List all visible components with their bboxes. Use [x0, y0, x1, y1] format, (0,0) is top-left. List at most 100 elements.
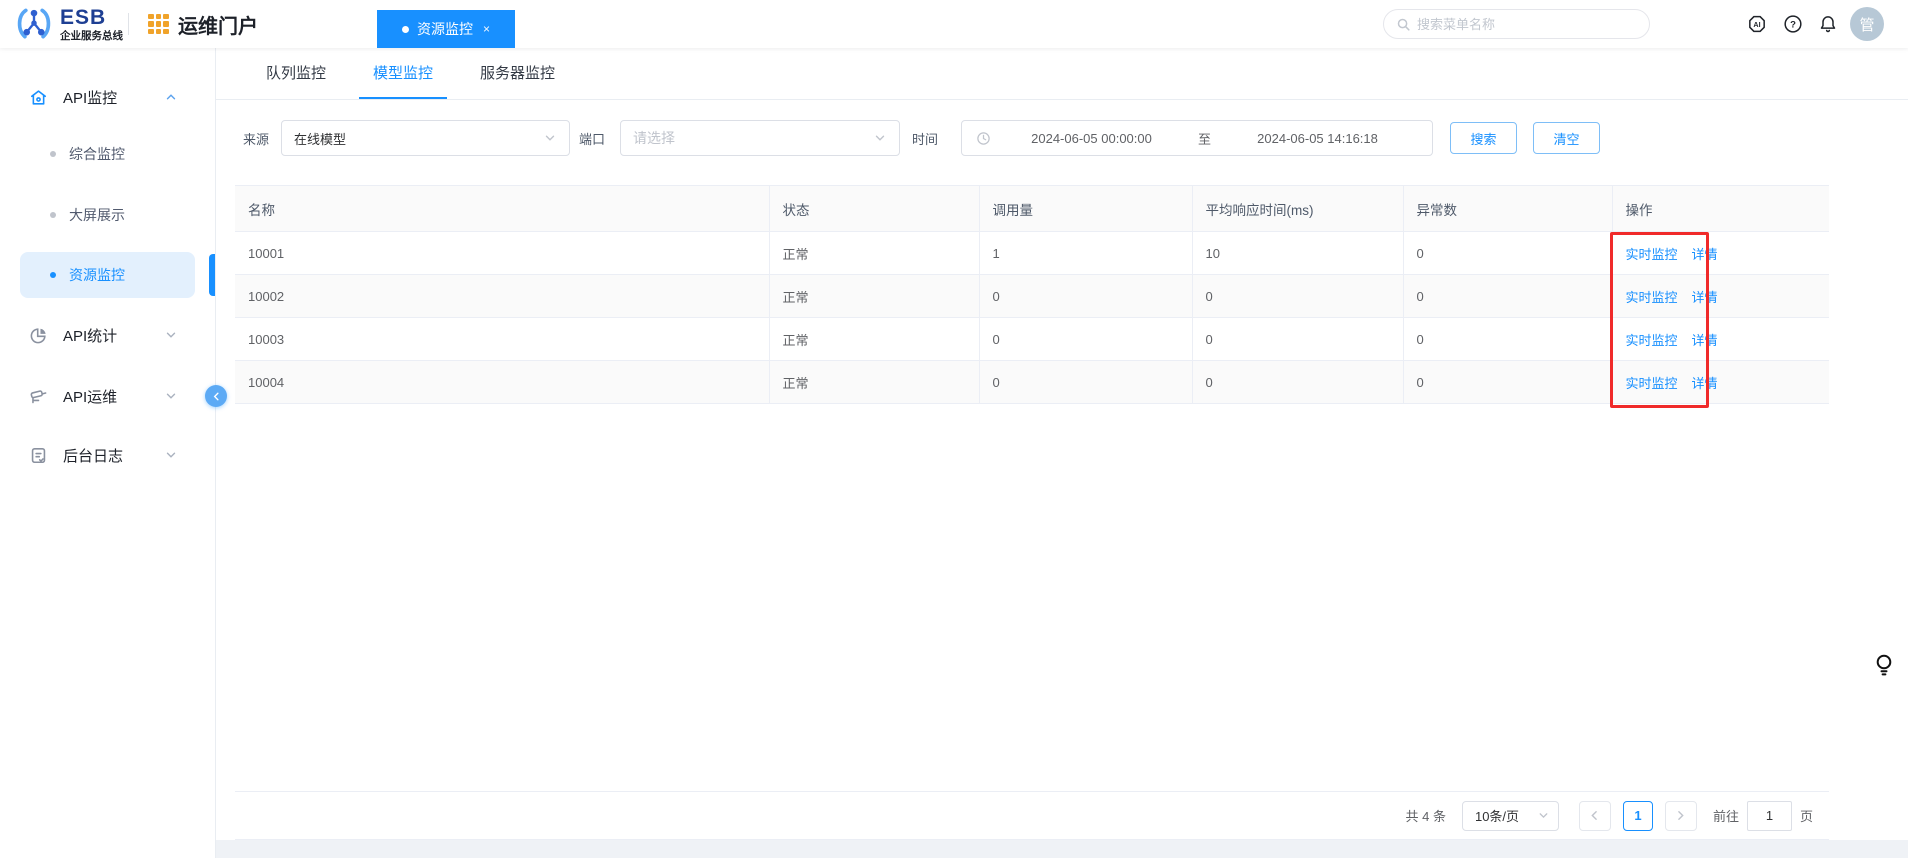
svg-text:?: ?	[1790, 20, 1796, 31]
sidebar-item-comprehensive-monitor[interactable]: 综合监控	[0, 131, 216, 177]
active-item-accent-bar	[209, 254, 215, 296]
bottom-strip	[216, 840, 1908, 858]
chevron-down-icon	[166, 332, 176, 338]
clock-icon	[977, 131, 990, 145]
time-start-value[interactable]: 2024-06-05 00:00:00	[991, 131, 1192, 146]
detail-link[interactable]: 详情	[1692, 290, 1718, 305]
chevron-left-icon	[213, 392, 219, 400]
table-header-row: 名称 状态 调用量 平均响应时间(ms) 异常数 操作	[235, 185, 1829, 232]
detail-link[interactable]: 详情	[1692, 247, 1718, 262]
port-select-placeholder: 请选择	[633, 130, 675, 146]
sidebar: API监控 综合监控 大屏展示 资源监控 API统计 API运维 后台日志	[0, 48, 216, 858]
sidebar-item-big-screen[interactable]: 大屏展示	[0, 192, 216, 238]
menu-search-box[interactable]	[1383, 9, 1650, 39]
table-cell-actions: 实时监控 详情	[1612, 231, 1829, 275]
page-unit-label: 页	[1799, 809, 1813, 824]
tab-server-monitor[interactable]: 服务器监控	[466, 48, 569, 99]
previous-page-button[interactable]	[1578, 800, 1611, 831]
table-row: 10004 正常 0 0 0 实时监控 详情	[235, 360, 1829, 404]
sidebar-item-api-operations[interactable]: API运维	[0, 373, 216, 419]
port-select[interactable]: 请选择	[620, 120, 900, 156]
realtime-monitor-link[interactable]: 实时监控	[1626, 333, 1678, 348]
search-button[interactable]: 搜索	[1450, 122, 1517, 154]
time-range-picker[interactable]: 2024-06-05 00:00:00 至 2024-06-05 14:16:1…	[961, 120, 1433, 156]
table-row: 10002 正常 0 0 0 实时监控 详情	[235, 274, 1829, 318]
realtime-monitor-link[interactable]: 实时监控	[1626, 290, 1678, 305]
table-cell: 10004	[235, 360, 770, 404]
home-icon	[30, 89, 47, 105]
time-end-value[interactable]: 2024-06-05 14:16:18	[1217, 131, 1418, 146]
table-cell: 10003	[235, 317, 770, 361]
menu-search-input[interactable]	[1417, 16, 1637, 32]
pagination-bar: 共 4 条 10条/页 1 前往 页	[235, 791, 1829, 840]
ai-assistant-icon[interactable]: AI	[1747, 14, 1767, 34]
table-row: 10003 正常 0 0 0 实时监控 详情	[235, 317, 1829, 361]
table-cell: 0	[1403, 317, 1613, 361]
tab-close-icon[interactable]: ×	[483, 22, 490, 36]
user-avatar[interactable]: 管	[1850, 7, 1884, 41]
table-cell: 10	[1192, 231, 1404, 275]
monitor-camera-icon	[30, 389, 47, 403]
grid-icon	[148, 13, 169, 35]
table-cell: 正常	[769, 317, 980, 361]
sidebar-item-label: API监控	[63, 89, 118, 107]
realtime-monitor-link[interactable]: 实时监控	[1626, 376, 1678, 391]
goto-page-input[interactable]	[1746, 800, 1792, 831]
app-window: ESB 企业服务总线 运维门户 资源监控 × AI	[0, 0, 1908, 858]
table-cell: 0	[979, 360, 1193, 404]
bullet-icon	[50, 212, 56, 218]
esb-logo-icon	[17, 8, 51, 39]
lightbulb-icon[interactable]	[1874, 653, 1896, 681]
source-label: 来源	[243, 131, 270, 147]
sidebar-item-api-monitor[interactable]: API监控	[0, 74, 216, 120]
table-cell: 正常	[769, 274, 980, 318]
sidebar-item-resource-monitor[interactable]: 资源监控	[20, 252, 195, 298]
sidebar-collapse-toggle[interactable]	[205, 385, 227, 407]
column-header: 状态	[769, 185, 980, 232]
tab-queue-monitor[interactable]: 队列监控	[252, 48, 340, 99]
svg-text:AI: AI	[1753, 21, 1760, 29]
logo-title: ESB	[60, 5, 107, 29]
table-cell-actions: 实时监控 详情	[1612, 360, 1829, 404]
chevron-down-icon	[1539, 813, 1548, 819]
chevron-down-icon	[545, 135, 555, 141]
table-cell: 0	[1403, 360, 1613, 404]
table-cell: 0	[1192, 317, 1404, 361]
source-select[interactable]: 在线模型	[281, 120, 570, 156]
portal-title: 运维门户	[178, 15, 258, 38]
sidebar-item-label: API运维	[63, 388, 118, 406]
table-cell: 0	[1192, 360, 1404, 404]
tab-active-dot-icon	[401, 25, 409, 33]
page-size-select[interactable]: 10条/页	[1461, 800, 1559, 831]
table-cell: 0	[979, 317, 1193, 361]
pie-chart-icon	[30, 327, 46, 343]
column-header: 调用量	[979, 185, 1193, 232]
detail-link[interactable]: 详情	[1692, 376, 1718, 391]
sidebar-item-backend-logs[interactable]: 后台日志	[0, 432, 216, 478]
bullet-icon	[50, 272, 56, 278]
next-page-button[interactable]	[1664, 800, 1697, 831]
tab-model-monitor[interactable]: 模型监控	[359, 48, 448, 99]
realtime-monitor-link[interactable]: 实时监控	[1626, 247, 1678, 262]
sidebar-item-label: 后台日志	[63, 447, 124, 465]
sidebar-item-label: API统计	[63, 327, 118, 345]
chevron-up-icon	[166, 94, 176, 100]
model-monitor-table: 名称 状态 调用量 平均响应时间(ms) 异常数 操作 10001 正常 1 10 0 实时监控 详情…	[235, 185, 1829, 404]
notification-bell-icon[interactable]	[1818, 14, 1838, 34]
open-page-tab-label: 资源监控	[416, 21, 473, 37]
help-icon[interactable]: ?	[1783, 14, 1803, 34]
detail-link[interactable]: 详情	[1692, 333, 1718, 348]
portal-title-block: 运维门户	[148, 0, 258, 48]
open-page-tab[interactable]: 资源监控 ×	[377, 10, 515, 48]
table-cell: 0	[979, 274, 1193, 318]
clear-button[interactable]: 清空	[1533, 122, 1600, 154]
column-header: 操作	[1612, 185, 1829, 232]
sidebar-subitem-label: 资源监控	[69, 267, 125, 283]
avatar-text: 管	[1859, 16, 1875, 34]
sidebar-item-api-statistics[interactable]: API统计	[0, 312, 216, 358]
time-separator: 至	[1198, 131, 1212, 147]
table-cell-actions: 实时监控 详情	[1612, 317, 1829, 361]
table-cell: 0	[1192, 274, 1404, 318]
column-header: 异常数	[1403, 185, 1613, 232]
page-number-button[interactable]: 1	[1622, 800, 1653, 831]
